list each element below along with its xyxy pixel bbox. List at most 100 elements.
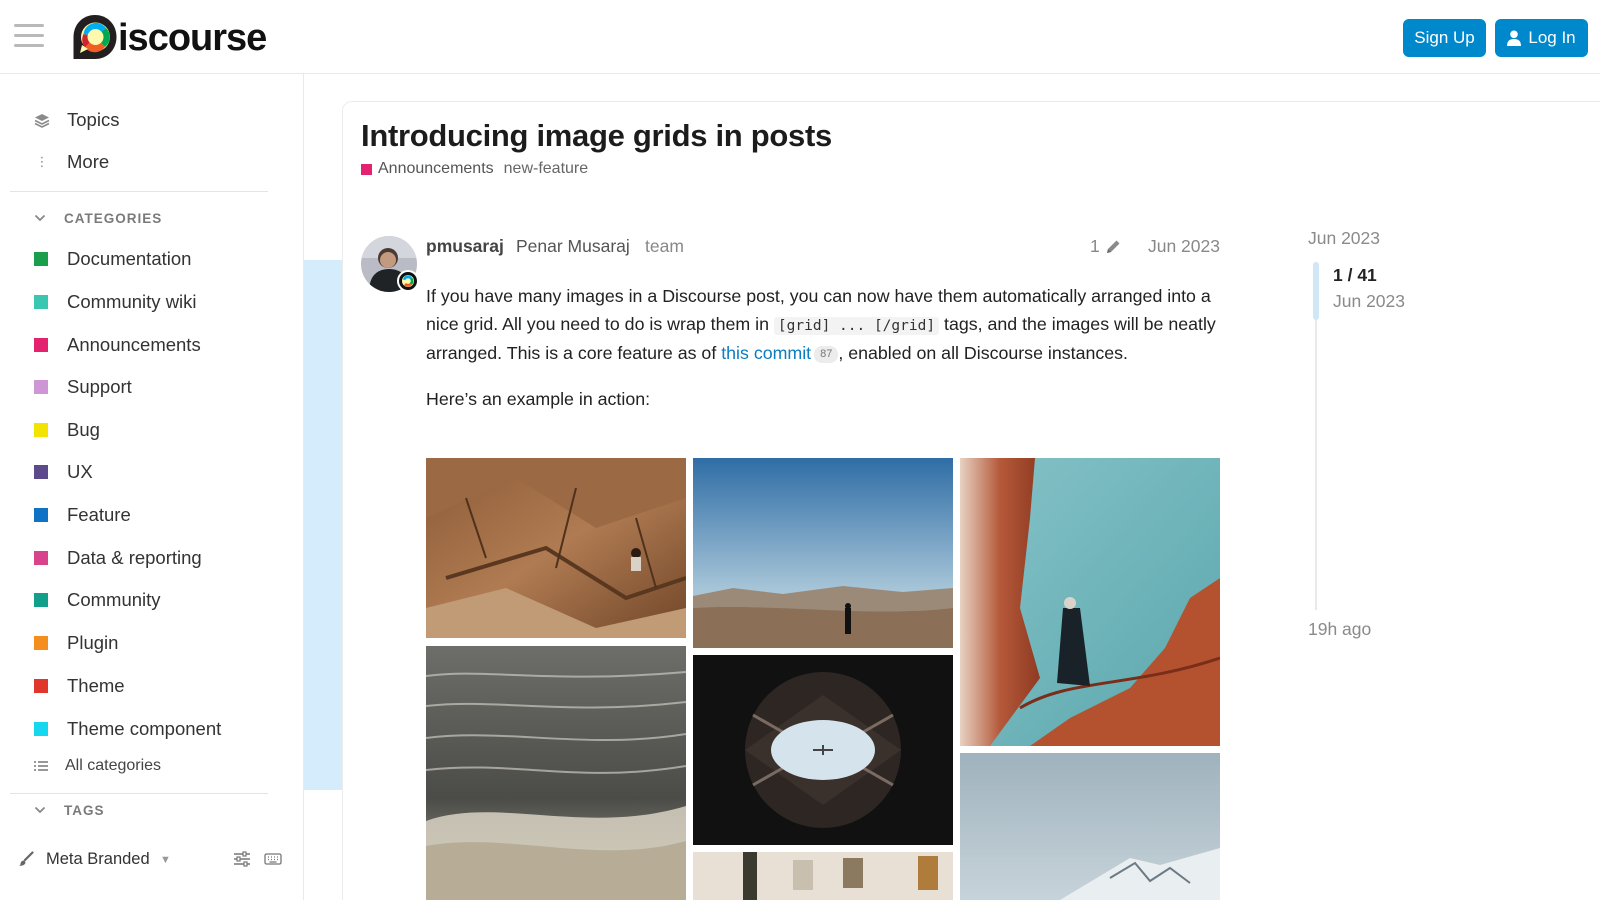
category-label: Community wiki xyxy=(67,291,197,312)
categories-header: CATEGORIES xyxy=(64,210,163,226)
theme-selector[interactable]: Meta Branded xyxy=(46,850,150,869)
grid-image-ocean-waves[interactable] xyxy=(426,646,686,900)
post-date[interactable]: Jun 2023 xyxy=(1148,236,1220,257)
category-label: Theme component xyxy=(67,718,222,739)
post-header: pmusaraj Penar Musaraj team 1 Jun 2023 xyxy=(426,236,1220,260)
sidebar-category-announcements[interactable]: Announcements xyxy=(0,325,290,365)
keyboard-icon[interactable] xyxy=(264,850,282,868)
category-label: Data & reporting xyxy=(67,547,202,568)
topic-title[interactable]: Introducing image grids in posts xyxy=(361,118,832,154)
sidebar-item-label: Topics xyxy=(67,109,120,130)
category-color-square xyxy=(34,465,48,479)
grid-image-rock-cliff[interactable] xyxy=(426,458,686,638)
post-text: , enabled on all Discourse instances. xyxy=(838,343,1128,364)
post-user-title: team xyxy=(645,236,684,256)
sidebar-category-feature[interactable]: Feature xyxy=(0,495,290,535)
pencil-icon xyxy=(1106,240,1120,253)
avatar-flair-icon xyxy=(397,270,419,292)
category-color-square xyxy=(361,163,372,175)
link-click-count: 87 xyxy=(814,346,839,364)
tags-header: TAGS xyxy=(64,802,105,818)
sidebar-category-theme[interactable]: Theme xyxy=(0,666,290,706)
category-color-square xyxy=(34,636,48,650)
categories-section-toggle[interactable]: CATEGORIES xyxy=(0,203,290,233)
chevron-down-icon xyxy=(34,214,46,222)
commit-link[interactable]: this commit xyxy=(721,343,811,363)
sidebar-divider xyxy=(10,793,268,794)
list-icon xyxy=(34,761,48,771)
log-in-label: Log In xyxy=(1528,28,1576,47)
category-label: UX xyxy=(67,461,93,482)
timeline-scroller-handle[interactable] xyxy=(1313,262,1319,320)
category-color-square xyxy=(34,252,48,266)
category-color-square xyxy=(34,722,48,736)
category-label: Community xyxy=(67,589,161,610)
category-label: Documentation xyxy=(67,248,192,269)
sidebar-category-theme-component[interactable]: Theme component xyxy=(0,709,290,749)
sidebar-divider xyxy=(10,191,268,192)
edit-count: 1 xyxy=(1090,236,1100,256)
grid-image-red-canyon[interactable] xyxy=(960,458,1220,746)
all-categories-label: All categories xyxy=(65,757,162,774)
site-header: iscourse Sign Up Log In xyxy=(0,0,1600,74)
topic-meta: Announcements new-feature xyxy=(361,160,588,178)
category-label: Announcements xyxy=(67,334,201,355)
caret-down-icon: ▼ xyxy=(160,854,171,866)
post-paragraph: If you have many images in a Discourse p… xyxy=(426,283,1226,368)
category-color-square xyxy=(34,295,48,309)
sidebar-category-data-reporting[interactable]: Data & reporting xyxy=(0,538,290,578)
sidebar-item-more[interactable]: ⋮ More xyxy=(0,142,290,182)
sidebar-category-bug[interactable]: Bug xyxy=(0,410,290,450)
grid-image-building-facade[interactable] xyxy=(693,852,953,900)
timeline-position: 1 / 41 xyxy=(1333,265,1377,285)
category-color-square xyxy=(34,380,48,394)
timeline-position-date: Jun 2023 xyxy=(1333,291,1406,311)
logo-text: iscourse xyxy=(118,16,267,59)
grid-image-courtyard-sky[interactable] xyxy=(693,655,953,845)
discourse-logo[interactable]: iscourse xyxy=(70,10,267,64)
chevron-down-icon xyxy=(34,806,46,814)
topic-category-link[interactable]: Announcements xyxy=(378,160,494,178)
hamburger-menu-icon[interactable] xyxy=(14,24,44,50)
post-paragraph: Here’s an example in action: xyxy=(426,388,651,409)
timeline-start-date[interactable]: Jun 2023 xyxy=(1308,228,1380,249)
post-edit-history[interactable]: 1 xyxy=(1090,236,1122,257)
accent-stripe xyxy=(304,260,342,790)
sidebar-category-community[interactable]: Community xyxy=(0,580,290,620)
post-full-name[interactable]: Penar Musaraj xyxy=(516,236,630,257)
inline-code: [grid] ... [/grid] xyxy=(773,316,940,335)
sign-up-button[interactable]: Sign Up xyxy=(1403,19,1486,57)
category-color-square xyxy=(34,593,48,607)
grid-image-desert-figure[interactable] xyxy=(693,458,953,648)
timeline-end-date[interactable]: 19h ago xyxy=(1308,619,1371,640)
category-label: Support xyxy=(67,376,132,397)
sidebar-item-topics[interactable]: Topics xyxy=(0,100,290,140)
category-label: Bug xyxy=(67,419,100,440)
sidebar-category-ux[interactable]: UX xyxy=(0,452,290,492)
sidebar-category-support[interactable]: Support xyxy=(0,367,290,407)
sidebar: Topics ⋮ More CATEGORIES Documentation C… xyxy=(0,74,304,900)
log-in-button[interactable]: Log In xyxy=(1495,19,1588,57)
category-color-square xyxy=(34,679,48,693)
post-username[interactable]: pmusaraj xyxy=(426,236,504,257)
category-label: Feature xyxy=(67,504,131,525)
sliders-icon[interactable] xyxy=(233,850,251,868)
discourse-logo-icon xyxy=(73,15,117,59)
category-label: Plugin xyxy=(67,632,119,653)
sidebar-category-plugin[interactable]: Plugin xyxy=(0,623,290,663)
sidebar-item-label: More xyxy=(67,151,110,172)
sidebar-category-documentation[interactable]: Documentation xyxy=(0,239,290,279)
category-color-square xyxy=(34,423,48,437)
grid-image-snowy-mountain[interactable] xyxy=(960,753,1220,900)
category-label: Theme xyxy=(67,675,125,696)
vertical-ellipsis-icon: ⋮ xyxy=(35,154,49,169)
sidebar-category-community-wiki[interactable]: Community wiki xyxy=(0,282,290,322)
post-body: If you have many images in a Discourse p… xyxy=(426,283,1226,431)
user-icon xyxy=(1507,30,1522,46)
category-color-square xyxy=(34,508,48,522)
tags-section-toggle[interactable]: TAGS xyxy=(0,795,290,825)
topic-tag-link[interactable]: new-feature xyxy=(504,160,589,178)
sidebar-footer: Meta Branded ▼ xyxy=(0,839,303,879)
layers-icon xyxy=(34,114,50,128)
sidebar-all-categories[interactable]: All categories xyxy=(0,749,290,783)
